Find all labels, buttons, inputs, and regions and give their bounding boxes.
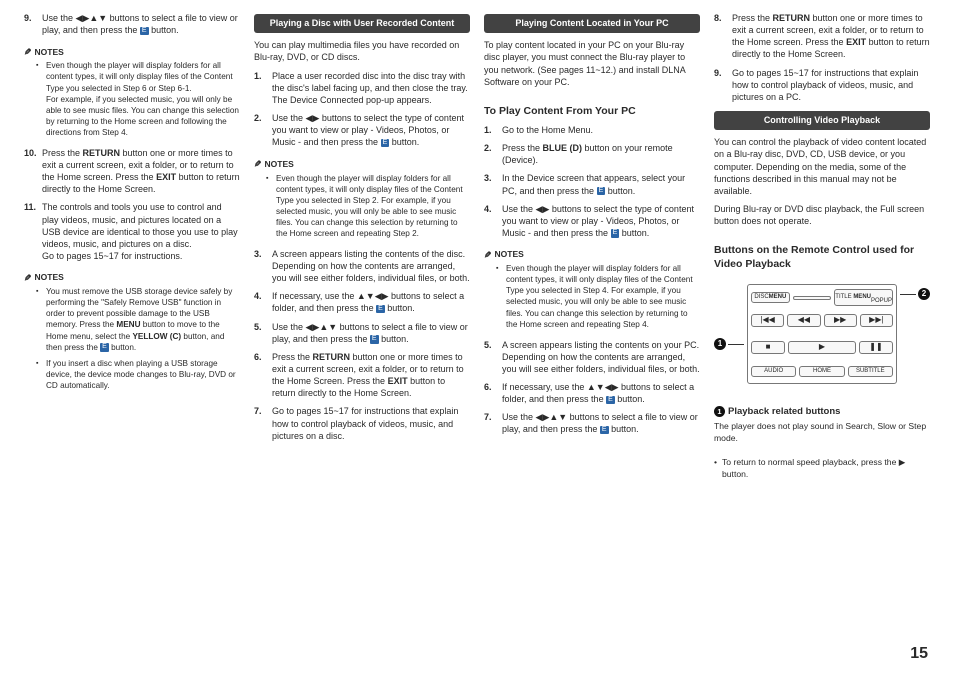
section-banner: Playing Content Located in Your PC — [484, 14, 700, 33]
column-1: 9.Use the ◀▶▲▼ buttons to select a file … — [24, 12, 240, 645]
leader-line-icon — [900, 294, 916, 295]
step-text: Place a user recorded disc into the disc… — [272, 70, 470, 106]
step-text: Press the RETURN button one or more time… — [42, 147, 240, 196]
remote-forward-button: ▶▶ — [824, 314, 857, 327]
step-number: 7. — [254, 405, 272, 441]
step-number: 6. — [254, 351, 272, 400]
playback-tip: To return to normal speed playback, pres… — [714, 457, 930, 480]
column-4: 8.Press the RETURN button one or more ti… — [714, 12, 930, 645]
remote-audio-button: AUDIO — [751, 366, 796, 377]
col3-steps-a: 1.Go to the Home Menu. 2.Press the BLUE … — [484, 124, 700, 245]
remote-play-button: ▶ — [788, 341, 856, 354]
notes-label: NOTES — [484, 249, 700, 261]
step-number: 11. — [24, 201, 42, 262]
notes-label: NOTES — [254, 158, 470, 170]
col1-steps-a: 9.Use the ◀▶▲▼ buttons to select a file … — [24, 12, 240, 42]
column-3: Playing Content Located in Your PC To pl… — [484, 12, 700, 645]
step-text: In the Device screen that appears, selec… — [502, 172, 700, 196]
step-number: 8. — [714, 12, 732, 61]
note-item: Even though the player will display fold… — [38, 60, 240, 137]
step-text: Press the RETURN button one or more time… — [732, 12, 930, 61]
remote-subtitle-button: SUBTITLE — [848, 366, 893, 377]
step-text: Use the ◀▶▲▼ buttons to select a file to… — [272, 321, 470, 345]
para: During Blu-ray or DVD disc playback, the… — [714, 203, 930, 227]
remote-layout: DISC MENU TITLE MENUPOPUP |◀◀ ◀◀ ▶▶ ▶▶| … — [747, 284, 897, 384]
step-number: 3. — [484, 172, 502, 196]
col3-steps-b: 5.A screen appears listing the contents … — [484, 339, 700, 442]
step-text: Go to pages 15~17 for instructions that … — [272, 405, 470, 441]
step-number: 5. — [484, 339, 502, 375]
step-text: Use the ◀▶▲▼ buttons to select a file to… — [42, 12, 240, 36]
step-number: 2. — [254, 112, 272, 148]
step-text: Go to pages 15~17 for instructions that … — [732, 67, 930, 103]
col1-notes-a: Even though the player will display fold… — [24, 60, 240, 142]
remote-pause-button: ❚❚ — [859, 341, 893, 354]
step-number: 6. — [484, 381, 502, 405]
col2-notes: Even though the player will display fold… — [254, 173, 470, 244]
col2-steps-a: 1.Place a user recorded disc into the di… — [254, 70, 470, 155]
step-number: 4. — [484, 203, 502, 239]
callout-1: 1 — [714, 338, 726, 350]
callout-circle-icon: 2 — [918, 288, 930, 300]
remote-skip-forward-button: ▶▶| — [860, 314, 893, 327]
step-text: A screen appears listing the contents on… — [502, 339, 700, 375]
section-banner: Playing a Disc with User Recorded Conten… — [254, 14, 470, 33]
step-text: Use the ◀▶ buttons to select the type of… — [272, 112, 470, 148]
remote-title-menu-button: TITLE MENUPOPUP — [834, 289, 893, 306]
col1-steps-b: 10.Press the RETURN button one or more t… — [24, 147, 240, 268]
remote-disc-menu-button: DISC MENU — [751, 292, 790, 303]
step-text: Go to the Home Menu. — [502, 124, 700, 136]
intro-text: You can play multimedia files you have r… — [254, 39, 470, 63]
subsection-heading: To Play Content From Your PC — [484, 104, 700, 118]
manual-page: 9.Use the ◀▶▲▼ buttons to select a file … — [0, 0, 954, 673]
step-number: 7. — [484, 411, 502, 435]
remote-rewind-button: ◀◀ — [787, 314, 820, 327]
step-number: 3. — [254, 248, 272, 284]
col3-notes: Even though the player will display fold… — [484, 263, 700, 334]
remote-stop-button: ■ — [751, 341, 785, 354]
remote-home-button: HOME — [799, 366, 844, 377]
step-number: 2. — [484, 142, 502, 166]
remote-figure: 1 2 DISC MENU TITLE MENUPOPUP |◀◀ ◀◀ ▶▶ … — [714, 284, 930, 394]
step-number: 5. — [254, 321, 272, 345]
step-number: 10. — [24, 147, 42, 196]
col4-steps-cont: 8.Press the RETURN button one or more ti… — [714, 12, 930, 109]
page-number: 15 — [910, 643, 928, 665]
subsection-heading: Buttons on the Remote Control used for V… — [714, 243, 930, 271]
step-text: A screen appears listing the contents of… — [272, 248, 470, 284]
step-number: 1. — [484, 124, 502, 136]
step-number: 4. — [254, 290, 272, 314]
para: You can control the playback of video co… — [714, 136, 930, 197]
note-item: Even though the player will display fold… — [498, 263, 700, 329]
col2-steps-b: 3.A screen appears listing the contents … — [254, 248, 470, 448]
intro-text: To play content located in your PC on yo… — [484, 39, 700, 88]
step-text: Use the ◀▶ buttons to select the type of… — [502, 203, 700, 239]
notes-label: NOTES — [24, 272, 240, 284]
callout-2: 2 — [918, 288, 930, 300]
step-text: If necessary, use the ▲▼◀▶ buttons to se… — [272, 290, 470, 314]
step-text: If necessary, use the ▲▼◀▶ buttons to se… — [502, 381, 700, 405]
section-banner: Controlling Video Playback — [714, 111, 930, 130]
leader-line-icon — [728, 344, 744, 345]
playback-subhead: 1Playback related buttons — [714, 406, 930, 419]
playback-note: The player does not play sound in Search… — [714, 421, 930, 444]
col1-notes-b: You must remove the USB storage device s… — [24, 286, 240, 396]
callout-circle-icon: 1 — [714, 406, 725, 417]
step-number: 1. — [254, 70, 272, 106]
column-2: Playing a Disc with User Recorded Conten… — [254, 12, 470, 645]
remote-blank-button — [793, 296, 832, 300]
step-text: Press the BLUE (D) button on your remote… — [502, 142, 700, 166]
note-item: You must remove the USB storage device s… — [38, 286, 240, 352]
note-item: If you insert a disc when playing a USB … — [38, 358, 240, 391]
step-text: The controls and tools you use to contro… — [42, 201, 240, 262]
note-item: Even though the player will display fold… — [268, 173, 470, 239]
remote-skip-back-button: |◀◀ — [751, 314, 784, 327]
step-text: Press the RETURN button one or more time… — [272, 351, 470, 400]
step-number: 9. — [714, 67, 732, 103]
step-text: Use the ◀▶▲▼ buttons to select a file to… — [502, 411, 700, 435]
step-number: 9. — [24, 12, 42, 36]
notes-label: NOTES — [24, 46, 240, 58]
callout-circle-icon: 1 — [714, 338, 726, 350]
